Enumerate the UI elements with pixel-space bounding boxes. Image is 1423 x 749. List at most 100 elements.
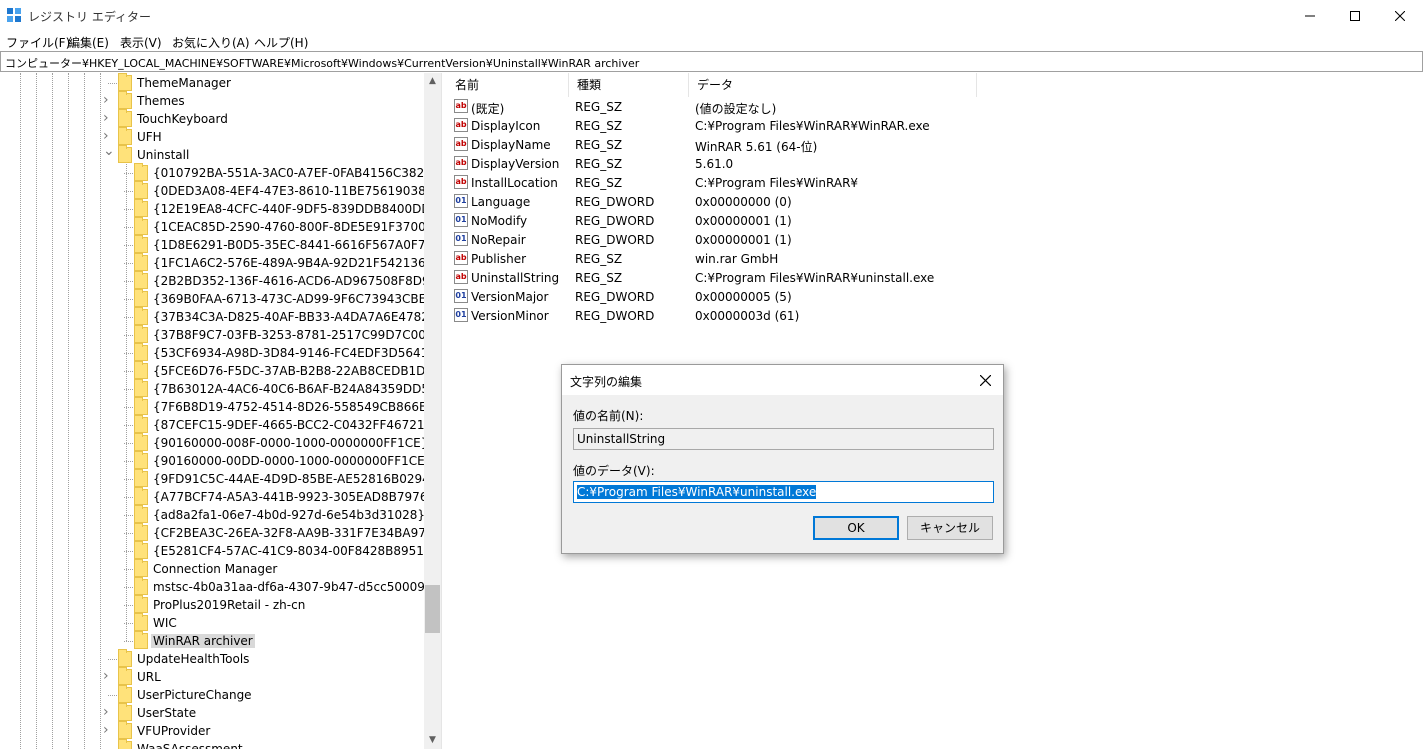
value-row[interactable]: ab DisplayVersion REG_SZ 5.61.0 [447, 154, 1423, 173]
key-tree[interactable]: ThemeManager › Themes › TouchKeyboard › UFH ⌄ Un… [0, 73, 441, 749]
tree-item[interactable]: {87CEFC15-9DEF-4665-BCC2-C0432FF46721} [0, 415, 432, 434]
tree-item[interactable]: {1CEAC85D-2590-4760-800F-8DE5E91F3700} [0, 217, 433, 236]
tree-item[interactable]: {E5281CF4-57AC-41C9-8034-00F8428B8951} [0, 541, 432, 560]
folder-icon [134, 289, 148, 307]
tree-item[interactable]: › TouchKeyboard [0, 109, 424, 128]
tree-item[interactable]: UpdateHealthTools [0, 649, 424, 668]
tree-item[interactable]: {53CF6934-A98D-3D84-9146-FC4EDF3D5641} [0, 343, 436, 362]
value-row[interactable]: 01 NoRepair REG_DWORD 0x00000001 (1) [447, 230, 1423, 249]
tree-item[interactable]: {1D8E6291-B0D5-35EC-8441-6616F567A0F7} [0, 235, 433, 254]
tree-item[interactable]: {CF2BEA3C-26EA-32F8-AA9B-331F7E34BA97} [0, 523, 434, 542]
folder-icon [134, 379, 148, 397]
tree-connector [124, 245, 133, 246]
chevron-right-icon[interactable]: › [103, 110, 113, 126]
tree-item[interactable]: › Themes [0, 91, 424, 110]
value-data: (値の設定なし) [695, 102, 777, 116]
tree-item[interactable]: {37B34C3A-D825-40AF-BB33-A4DA7A6E4782} [0, 307, 437, 326]
tree-item[interactable]: UserPictureChange [0, 685, 424, 704]
value-row[interactable]: ab UninstallString REG_SZ C:¥Program Files¥… [447, 268, 1423, 287]
tree-item[interactable]: {7B63012A-4AC6-40C6-B6AF-B24A84359DD5} [0, 379, 437, 398]
minimize-button[interactable] [1287, 0, 1333, 31]
string-value-icon: ab [454, 175, 468, 189]
dialog-close-button[interactable] [973, 369, 997, 391]
tree-item-label: {87CEFC15-9DEF-4665-BCC2-C0432FF46721} [153, 418, 433, 432]
value-row[interactable]: ab InstallLocation REG_SZ C:¥Program Files¥… [447, 173, 1423, 192]
folder-icon [118, 127, 132, 145]
folder-icon [134, 163, 148, 181]
value-row[interactable]: ab DisplayIcon REG_SZ C:¥Program Files¥WinR… [447, 116, 1423, 135]
chevron-right-icon[interactable]: › [103, 128, 113, 144]
column-data[interactable]: データ [689, 73, 977, 97]
tree-item[interactable]: {A77BCF74-A5A3-441B-9923-305EAD8B7976}_i… [0, 487, 441, 506]
tree-item[interactable]: › VFUProvider [0, 721, 424, 740]
chevron-right-icon[interactable]: › [103, 92, 113, 108]
tree-item[interactable]: mstsc-4b0a31aa-df6a-4307-9b47-d5cc500096… [0, 577, 441, 596]
folder-icon [134, 271, 148, 289]
tree-item[interactable]: {1FC1A6C2-576E-489A-9B4A-92D21F542136} [0, 253, 433, 272]
column-type[interactable]: 種類 [569, 73, 689, 97]
tree-item[interactable]: › UserState [0, 703, 424, 722]
tree-item[interactable]: {010792BA-551A-3AC0-A7EF-0FAB4156C382} [0, 163, 432, 182]
value-row[interactable]: 01 VersionMinor REG_DWORD 0x0000003d (61) [447, 306, 1423, 325]
scroll-up-icon[interactable]: ▲ [424, 73, 441, 90]
value-data-input[interactable]: C:¥Program Files¥WinRAR¥uninstall.exe [573, 481, 994, 503]
value-row[interactable]: 01 NoModify REG_DWORD 0x00000001 (1) [447, 211, 1423, 230]
ok-button[interactable]: OK [813, 516, 899, 540]
menu-edit[interactable]: 編集(E) [68, 34, 109, 51]
chevron-right-icon[interactable]: › [103, 722, 113, 738]
tree-scrollbar[interactable]: ▲ ▼ [424, 73, 441, 749]
menu-file[interactable]: ファイル(F) [6, 34, 70, 51]
tree-item[interactable]: {12E19EA8-4CFC-440F-9DF5-839DDB8400DD} [0, 199, 438, 218]
folder-icon [118, 739, 132, 749]
tree-item[interactable]: {0DED3A08-4EF4-47E3-8610-11BE75619038} [0, 181, 433, 200]
tree-item[interactable]: {9FD91C5C-44AE-4D9D-85BE-AE52816B0294} [0, 469, 437, 488]
tree-item[interactable]: {90160000-00DD-0000-1000-0000000FF1CE} [0, 451, 432, 470]
scrollbar-thumb[interactable] [425, 585, 440, 633]
chevron-right-icon[interactable]: › [103, 668, 113, 684]
folder-icon [134, 631, 148, 649]
tree-item[interactable]: › URL [0, 667, 424, 686]
tree-item[interactable]: {5FCE6D76-F5DC-37AB-B2B8-22AB8CEDB1D4} [0, 361, 441, 380]
menu-view[interactable]: 表示(V) [120, 34, 162, 51]
tree-connector [124, 641, 133, 642]
tree-item[interactable]: {90160000-008F-0000-1000-0000000FF1CE} [0, 433, 428, 452]
tree-item-label: Connection Manager [153, 562, 278, 576]
value-type: REG_DWORD [575, 309, 655, 323]
tree-connector [124, 605, 133, 606]
tree-item[interactable]: {ad8a2fa1-06e7-4b0d-927d-6e54b3d31028} [0, 505, 425, 524]
close-button[interactable] [1377, 0, 1423, 31]
folder-icon [134, 451, 148, 469]
column-name[interactable]: 名前 [447, 73, 569, 97]
chevron-right-icon[interactable]: › [103, 704, 113, 720]
address-bar[interactable]: コンピューター¥HKEY_LOCAL_MACHINE¥SOFTWARE¥Micr… [0, 51, 1423, 72]
chevron-down-icon[interactable]: ⌄ [103, 143, 115, 159]
folder-icon [118, 145, 132, 163]
tree-item[interactable]: {369B0FAA-6713-473C-AD99-9F6C73943CBE} [0, 289, 434, 308]
tree-item[interactable]: › UFH [0, 127, 424, 146]
value-data: C:¥Program Files¥WinRAR¥uninstall.exe [695, 271, 935, 285]
value-row[interactable]: ab DisplayName REG_SZ WinRAR 5.61 (64-位) [447, 135, 1423, 154]
value-row[interactable]: ab Publisher REG_SZ win.rar GmbH [447, 249, 1423, 268]
tree-item[interactable]: {2B2BD352-136F-4616-ACD6-AD967508F8D9} [0, 271, 437, 290]
value-row[interactable]: 01 Language REG_DWORD 0x00000000 (0) [447, 192, 1423, 211]
tree-item[interactable]: Connection Manager [0, 559, 424, 578]
tree-item[interactable]: WIC [0, 613, 424, 632]
scroll-down-icon[interactable]: ▼ [424, 732, 441, 749]
menu-help[interactable]: ヘルプ(H) [254, 34, 308, 51]
tree-item[interactable]: ⌄ Uninstall [0, 143, 424, 164]
menu-favorites[interactable]: お気に入り(A) [172, 34, 250, 51]
tree-item[interactable]: WaaSAssessment [0, 739, 424, 749]
tree-item-selected[interactable]: WinRAR archiver [0, 631, 424, 650]
value-row[interactable]: ab (既定) REG_SZ (値の設定なし) [447, 97, 1423, 116]
tree-item[interactable]: ProPlus2019Retail - zh-cn [0, 595, 424, 614]
maximize-button[interactable] [1332, 0, 1378, 31]
value-name-label: 値の名前(N): [573, 409, 644, 423]
tree-item[interactable]: {37B8F9C7-03FB-3253-8781-2517C99D7C00} [0, 325, 433, 344]
cancel-button[interactable]: キャンセル [907, 516, 993, 540]
tree-connector [124, 425, 133, 426]
tree-item-label: {37B8F9C7-03FB-3253-8781-2517C99D7C00} [153, 328, 434, 342]
tree-item[interactable]: {7F6B8D19-4752-4514-8D26-558549CB866E} [0, 397, 434, 416]
value-row[interactable]: 01 VersionMajor REG_DWORD 0x00000005 (5) [447, 287, 1423, 306]
tree-connector [124, 371, 133, 372]
tree-item[interactable]: ThemeManager [0, 73, 424, 92]
